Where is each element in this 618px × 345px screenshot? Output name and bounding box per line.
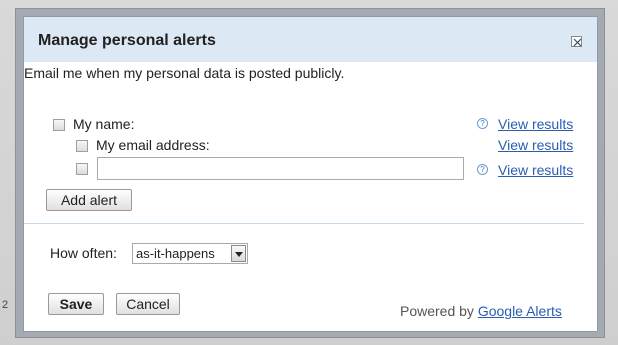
dialog-title: Manage personal alerts [38, 32, 216, 49]
save-button[interactable]: Save [48, 293, 104, 315]
how-often-label: How often: [50, 245, 117, 261]
my-name-view-results-link[interactable]: View results [498, 116, 573, 132]
my-name-checkbox[interactable] [53, 119, 65, 131]
google-alerts-link[interactable]: Google Alerts [478, 303, 562, 319]
custom-alert-checkbox[interactable] [76, 163, 88, 175]
chevron-down-icon[interactable] [231, 245, 246, 262]
add-alert-button[interactable]: Add alert [46, 189, 132, 211]
my-name-label: My name: [73, 116, 135, 132]
email-address-checkbox[interactable] [76, 140, 88, 152]
help-icon[interactable]: ? [477, 118, 488, 129]
intro-text: Email me when my personal data is posted… [24, 65, 345, 81]
close-icon [573, 38, 582, 47]
cancel-button[interactable]: Cancel [116, 293, 180, 315]
close-button[interactable] [571, 36, 582, 47]
background-text: 2 [2, 299, 9, 311]
dialog-titlebar: Manage personal alerts [24, 17, 597, 62]
divider [24, 223, 584, 224]
email-address-label: My email address: [96, 137, 210, 153]
email-view-results-link[interactable]: View results [498, 137, 573, 153]
powered-by: Powered by Google Alerts [400, 303, 562, 319]
custom-alert-input[interactable] [97, 157, 464, 180]
custom-view-results-link[interactable]: View results [498, 162, 573, 178]
frequency-select[interactable]: as-it-happens [132, 243, 248, 264]
frequency-value: as-it-happens [136, 246, 215, 261]
powered-by-text: Powered by [400, 303, 474, 319]
help-icon[interactable]: ? [477, 164, 488, 175]
